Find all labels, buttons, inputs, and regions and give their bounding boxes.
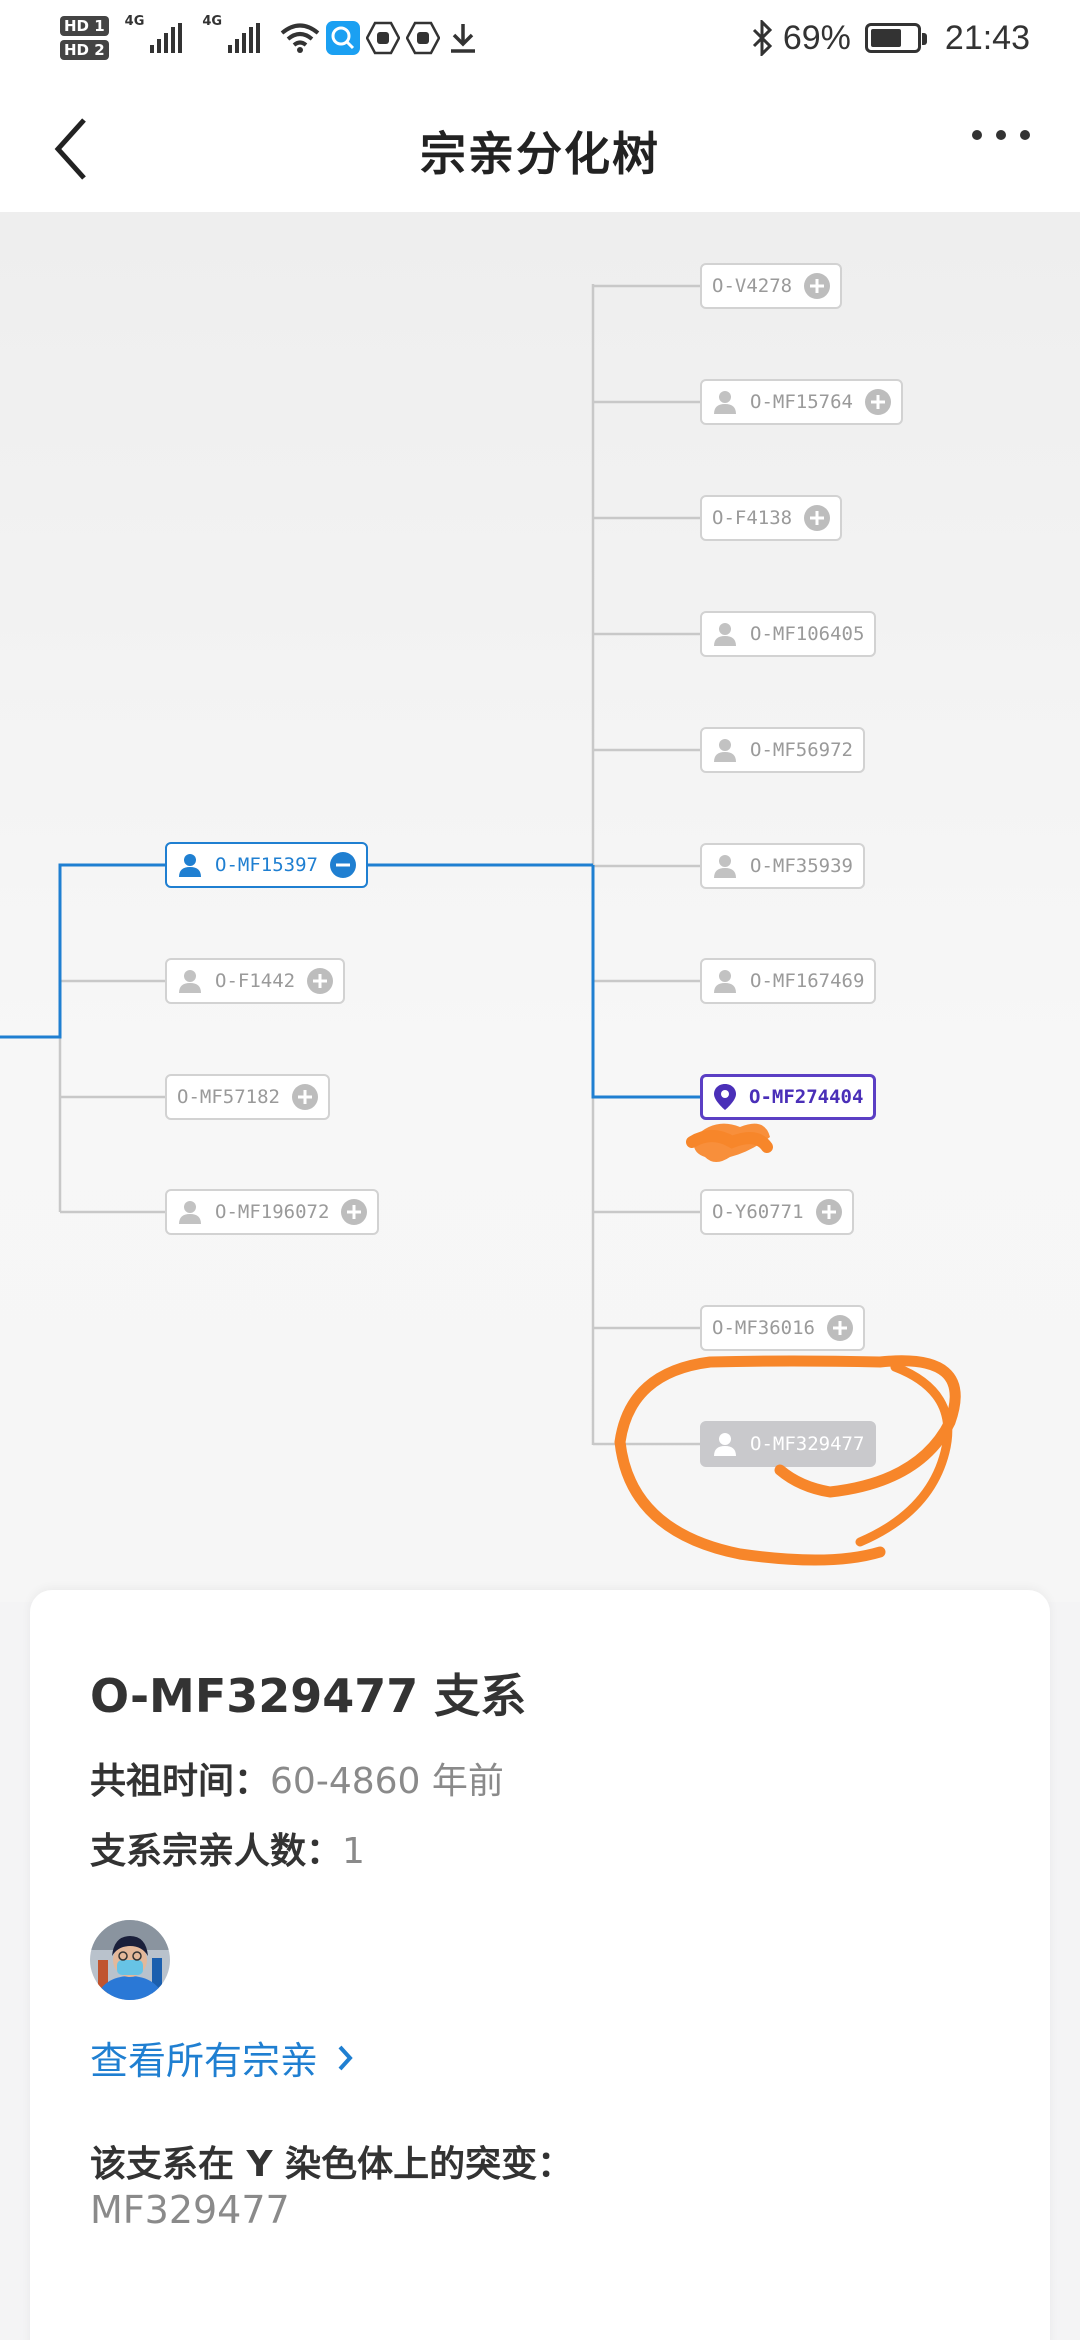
member-count-value: 1	[342, 1831, 365, 1872]
tree-node-label: O-V4278	[712, 275, 793, 297]
tree-node[interactable]: O-MF57182	[165, 1074, 330, 1120]
person-icon	[179, 970, 201, 993]
battery-icon	[864, 23, 927, 53]
hd2-indicator: HD 2	[60, 40, 109, 60]
tree-node[interactable]: O-Y60771	[700, 1189, 854, 1235]
hand-notification-icon	[366, 21, 401, 55]
member-count-label: 支系宗亲人数：	[90, 1831, 343, 1872]
member-count-row: 支系宗亲人数：1	[90, 1822, 365, 1874]
network-type-1: 4G	[124, 14, 145, 29]
tree-node[interactable]: O-F1442	[165, 958, 346, 1004]
tree-canvas[interactable]: O-MF15397 O-F1442 O-MF57182 O-MF196072 O-V4…	[0, 212, 1080, 1602]
tree-node[interactable]: O-F4138	[700, 495, 843, 541]
signal-icon-2	[228, 23, 261, 53]
tree-node[interactable]: O-MF329477	[700, 1421, 877, 1467]
expand-plus-icon[interactable]	[307, 968, 334, 994]
app-bar: 宗亲分化树	[0, 78, 1080, 212]
person-icon	[714, 855, 736, 878]
location-pin-icon	[714, 1084, 736, 1110]
avatar[interactable]	[90, 1920, 170, 2000]
tree-node[interactable]: O-MF35939	[700, 843, 865, 889]
clock: 21:43	[944, 18, 1030, 57]
tree-node[interactable]: O-MF274404	[700, 1074, 877, 1120]
ancestor-time-row: 共祖时间：60-4860 年前	[90, 1752, 504, 1804]
view-all-relatives-link[interactable]: 查看所有宗亲	[90, 2030, 354, 2085]
tree-node[interactable]: O-MF106405	[700, 611, 877, 657]
hand-notification-icon-2	[406, 21, 441, 55]
expand-plus-icon[interactable]	[804, 505, 831, 531]
tree-node[interactable]: O-MF196072	[165, 1189, 380, 1235]
wifi-icon	[280, 23, 320, 53]
view-all-label: 查看所有宗亲	[90, 2039, 319, 2083]
hd1-indicator: HD 1	[60, 16, 109, 36]
detail-card: O-MF329477 支系 共祖时间：60-4860 年前 支系宗亲人数：1 查…	[30, 1590, 1050, 2340]
page-title: 宗亲分化树	[420, 127, 660, 181]
tree-node-label: O-MF196072	[215, 1201, 330, 1223]
tree-node[interactable]: O-MF15397	[165, 842, 368, 888]
expand-plus-icon[interactable]	[804, 273, 831, 299]
ancestor-time-value: 60-4860 年前	[270, 1761, 504, 1802]
tree-node-label: O-F1442	[215, 970, 296, 992]
expand-plus-icon[interactable]	[826, 1315, 853, 1341]
tree-node-label: O-MF35939	[750, 855, 853, 877]
tree-node[interactable]: O-MF36016	[700, 1305, 865, 1351]
expand-plus-icon[interactable]	[864, 389, 891, 415]
ancestor-time-label: 共祖时间：	[90, 1761, 271, 1802]
expand-plus-icon[interactable]	[341, 1199, 368, 1225]
tree-node[interactable]: O-V4278	[700, 263, 843, 309]
tree-node[interactable]: O-MF15764	[700, 379, 903, 425]
tree-node-label: O-MF274404	[749, 1086, 864, 1108]
tree-node-label: O-F4138	[712, 507, 793, 529]
person-icon	[179, 1201, 201, 1224]
mutation-label: 该支系在 Y 染色体上的突变：	[90, 2144, 574, 2185]
tree-node-label: O-MF167469	[750, 970, 865, 992]
chevron-right-icon	[338, 2045, 353, 2070]
collapse-minus-icon[interactable]	[329, 852, 356, 878]
battery-percent: 69%	[782, 18, 851, 57]
tree-node-label: O-MF15764	[750, 391, 853, 413]
tree-node[interactable]: O-MF56972	[700, 727, 865, 773]
tree-node-label: O-MF56972	[750, 739, 853, 761]
person-icon	[714, 623, 736, 646]
tree-node-label: O-MF15397	[215, 854, 318, 876]
more-options-icon[interactable]	[972, 130, 1030, 140]
bluetooth-icon	[752, 20, 772, 56]
mutation-value: MF329477	[90, 2188, 290, 2232]
person-icon	[179, 854, 201, 877]
expand-plus-icon[interactable]	[815, 1199, 842, 1225]
status-bar: HD 1 HD 2 4G 4G 69% 21:43	[0, 0, 1080, 78]
tree-connectors	[0, 284, 700, 1446]
download-icon	[451, 24, 476, 53]
person-icon	[714, 391, 736, 414]
person-icon	[714, 1433, 736, 1456]
tree-node-label: O-MF57182	[177, 1086, 280, 1108]
tree-node-label: O-MF329477	[750, 1433, 865, 1455]
tree-node[interactable]: O-MF167469	[700, 958, 877, 1004]
signal-icon-1	[150, 23, 183, 53]
network-type-2: 4G	[202, 14, 223, 29]
tree-node-label: O-Y60771	[712, 1201, 804, 1223]
expand-plus-icon[interactable]	[291, 1084, 318, 1110]
tree-node-label: O-MF106405	[750, 623, 865, 645]
search-app-icon	[326, 21, 361, 55]
person-icon	[714, 739, 736, 762]
branch-title: O-MF329477 支系	[90, 1669, 527, 1723]
tree-node-label: O-MF36016	[712, 1317, 815, 1339]
person-icon	[714, 970, 736, 993]
